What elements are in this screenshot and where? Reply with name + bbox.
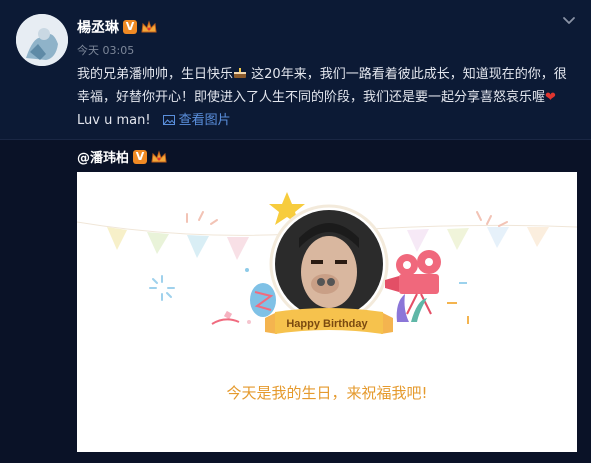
- verified-icon: V: [123, 20, 137, 34]
- weibo-post: 楊丞琳 V 今天 03:05 我的兄弟潘帅帅，生日快乐 这20年来，我们一路看着…: [0, 0, 591, 463]
- avatar-image: [16, 14, 68, 66]
- post-timestamp[interactable]: 今天 03:05: [77, 42, 134, 58]
- image-icon: [162, 115, 175, 125]
- repost-author[interactable]: @潘玮柏 V: [77, 147, 167, 166]
- profile-photo: [275, 210, 383, 318]
- crown-icon: [141, 20, 157, 33]
- avatar[interactable]: [16, 14, 68, 66]
- view-images-label[interactable]: 查看图片: [179, 113, 231, 128]
- banner-text: Happy Birthday: [286, 318, 368, 330]
- camera-illustration: [385, 250, 441, 315]
- crown-icon: [151, 149, 167, 162]
- view-images-link[interactable]: 查看图片: [162, 113, 231, 128]
- chevron-down-icon[interactable]: [560, 12, 578, 30]
- cake-icon: [234, 68, 247, 78]
- post-author[interactable]: 楊丞琳 V: [77, 17, 157, 37]
- repost-author-name[interactable]: @潘玮柏: [77, 147, 129, 166]
- post-text-part1: 我的兄弟潘帅帅，生日快乐: [77, 67, 234, 82]
- birthday-card[interactable]: Happy Birthday 今天是我的生日，来祝福我吧!: [77, 172, 577, 452]
- post-text: 我的兄弟潘帅帅，生日快乐 这20年来，我们一路看着彼此成长，知道现在的你，很幸福…: [77, 63, 572, 132]
- card-caption: 今天是我的生日，来祝福我吧!: [226, 384, 428, 402]
- birthday-illustration: [77, 192, 577, 334]
- verified-icon: V: [133, 149, 148, 164]
- post-text-part3: Luv u man!: [77, 113, 151, 128]
- author-name[interactable]: 楊丞琳: [77, 17, 119, 37]
- heart-icon: ❤: [545, 90, 556, 105]
